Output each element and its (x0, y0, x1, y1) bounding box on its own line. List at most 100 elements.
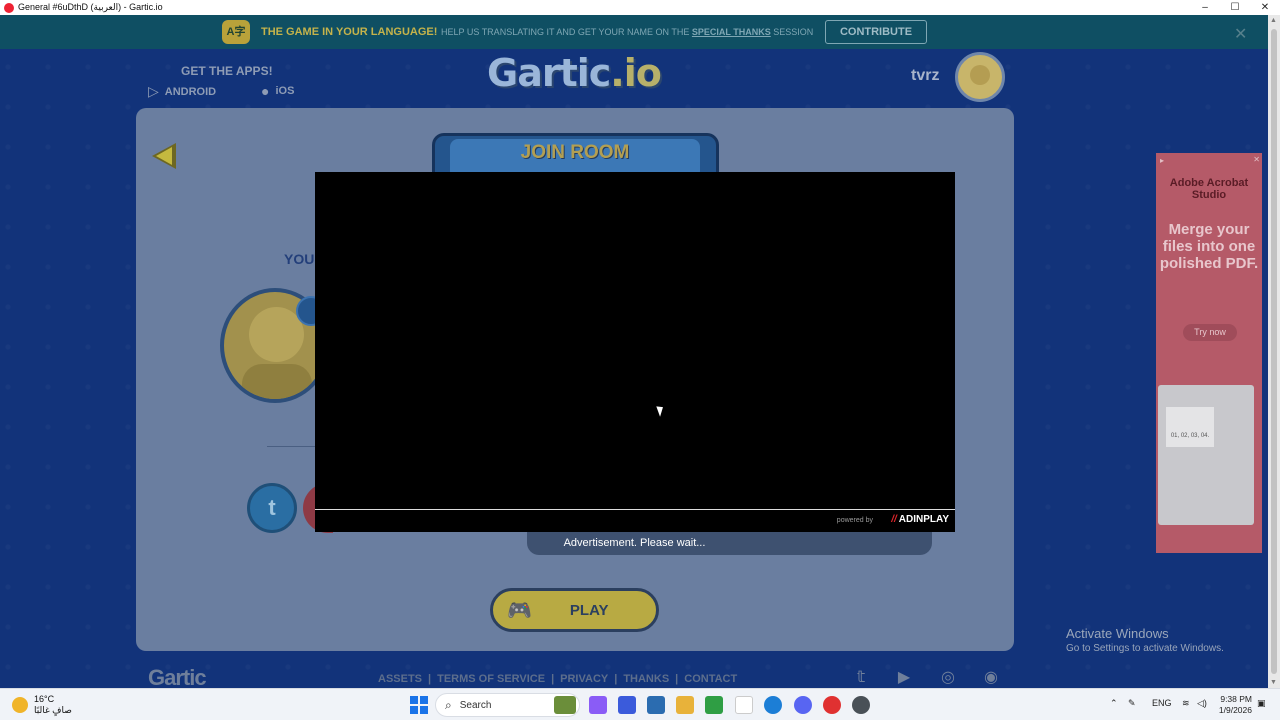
chrome-icon[interactable] (823, 696, 841, 714)
ad-headline: Merge your files into one polished PDF. (1159, 221, 1259, 272)
contribute-button[interactable]: CONTRIBUTE (825, 20, 927, 44)
window-controls: – ☐ ✕ (1190, 0, 1280, 15)
window-title-bar: General #6uDthD (العربية) - Gartic.io – … (0, 0, 1280, 15)
footer-link-assets[interactable]: ASSETS (378, 673, 422, 685)
special-thanks-link[interactable]: SPECIAL THANKS (692, 27, 771, 37)
adinplay-logo: //ADINPLAY (891, 514, 949, 525)
discord-app-icon[interactable] (794, 696, 812, 714)
logo-main-text: Gartic (487, 51, 611, 95)
volume-icon[interactable]: ◁) (1197, 698, 1207, 709)
ad-brand: Adobe Acrobat Studio (1169, 177, 1249, 201)
powered-by-label: powered by (836, 517, 873, 524)
copilot-icon[interactable] (589, 696, 607, 714)
language-banner: A字 THE GAME IN YOUR LANGUAGE! HELP US TR… (0, 15, 1268, 49)
play-label: PLAY (569, 601, 609, 619)
pen-icon[interactable]: ✎ (1128, 698, 1136, 709)
banner-headline: THE GAME IN YOUR LANGUAGE! (261, 26, 438, 38)
activate-windows-title: Activate Windows (1066, 626, 1169, 641)
ad-wait-text: Advertisement. Please wait... (563, 537, 706, 549)
avatar-body-icon (242, 364, 312, 399)
ios-label: iOS (275, 85, 295, 97)
clock-time: 9:38 PM (1220, 694, 1252, 704)
gartic-logo[interactable]: Gartic.io (487, 51, 662, 95)
footer-logo[interactable]: Gartic (148, 665, 207, 688)
edge-icon[interactable] (764, 696, 782, 714)
ad-try-now-button[interactable]: Try now (1183, 324, 1237, 341)
adinplay-brand: ADINPLAY (898, 514, 949, 525)
apple-icon: ● (261, 83, 270, 99)
activate-windows-watermark: Activate Windows Go to Settings to activ… (1066, 626, 1224, 654)
banner-message-end: SESSION (773, 27, 814, 37)
youtube-icon[interactable]: ▶ (893, 667, 915, 688)
play-store-icon: ▷ (148, 83, 159, 99)
you-label: YOU (284, 251, 315, 267)
defender-icon[interactable] (647, 696, 665, 714)
browser-icon (4, 2, 14, 13)
active-app-icon[interactable] (852, 696, 870, 714)
instagram-icon[interactable]: ◎ (937, 667, 959, 688)
gamepad-icon: 🎮 (507, 599, 532, 622)
video-ad-player[interactable]: powered by //ADINPLAY (315, 172, 955, 532)
start-button[interactable] (410, 696, 428, 714)
windows-taskbar: 16°C صافٍ غالبًا ⌕ Search ⌃ ✎ ENG ≋ ◁) 9… (0, 688, 1280, 720)
banner-message: HELP US TRANSLATING IT AND GET YOUR NAME… (441, 27, 813, 37)
tray-overflow-icon[interactable]: ⌃ (1110, 698, 1118, 709)
language-indicator[interactable]: ENG (1152, 698, 1172, 708)
temperature: 16°C (34, 694, 55, 704)
search-icon: ⌕ (445, 697, 452, 712)
android-label: ANDROID (164, 85, 217, 98)
twitter-login-button[interactable]: t (247, 483, 297, 533)
close-window-button[interactable]: ✕ (1250, 0, 1280, 15)
avatar-face-icon (970, 65, 990, 85)
weather-condition: صافٍ غالبًا (34, 705, 72, 715)
play-button[interactable]: 🎮 PLAY (490, 588, 659, 632)
wifi-icon[interactable]: ≋ (1182, 698, 1190, 709)
footer-links: ASSETS | TERMS OF SERVICE | PRIVACY | THANK… (378, 673, 738, 685)
clock-date: 1/9/2026 (1218, 705, 1252, 715)
room-title: JOIN ROOM (520, 142, 630, 163)
xbox-icon[interactable] (705, 696, 723, 714)
activate-windows-subtitle: Go to Settings to activate Windows. (1066, 643, 1224, 654)
file-explorer-icon[interactable] (676, 696, 694, 714)
ad-close-icon[interactable]: ✕ (1253, 155, 1260, 164)
username: tvrz (911, 67, 940, 84)
weather-widget[interactable]: 16°C صافٍ غالبًا (12, 694, 72, 716)
user-avatar[interactable] (955, 52, 1005, 102)
ad-product-image: 01, 02, 03, 04. (1158, 385, 1254, 525)
discord-icon[interactable]: ◉ (980, 667, 1002, 688)
ad-info-icon[interactable]: ▸ (1160, 156, 1164, 165)
divider (267, 446, 317, 447)
translate-icon: A字 (222, 20, 250, 44)
page-scrollbar[interactable]: ▲ ▼ (1268, 15, 1280, 688)
back-arrow-icon[interactable] (152, 143, 176, 169)
side-advertisement[interactable]: ▸ ✕ Adobe Acrobat Studio Merge your file… (1156, 153, 1262, 553)
minimize-button[interactable]: – (1190, 0, 1220, 15)
android-app-link[interactable]: ▷ ANDROID (148, 83, 216, 100)
footer-link-privacy[interactable]: PRIVACY (560, 673, 608, 685)
store-icon[interactable] (618, 696, 636, 714)
footer-link-contact[interactable]: CONTACT (684, 673, 737, 685)
banner-close-icon[interactable]: ✕ (1234, 24, 1247, 44)
maximize-button[interactable]: ☐ (1220, 0, 1250, 15)
ad-progress-bar (315, 509, 955, 510)
ios-app-link[interactable]: ● iOS (261, 83, 294, 99)
twitter-icon[interactable]: 𝕥 (850, 667, 872, 688)
scroll-down-icon[interactable]: ▼ (1270, 679, 1277, 686)
adinplay-mark-icon: // (891, 514, 897, 525)
scroll-up-icon[interactable]: ▲ (1270, 17, 1277, 24)
footer-link-terms[interactable]: TERMS OF SERVICE (437, 673, 545, 685)
ad-doc-preview: 01, 02, 03, 04. (1166, 407, 1214, 447)
notification-icon[interactable]: ▣ (1257, 698, 1266, 709)
minecraft-search-highlight-icon[interactable] (554, 696, 576, 714)
window-title: General #6uDthD (العربية) - Gartic.io (18, 2, 163, 12)
taskbar-clock[interactable]: 9:38 PM 1/9/2026 (1216, 694, 1252, 716)
weather-info: 16°C صافٍ غالبًا (34, 694, 72, 716)
get-apps-title: GET THE APPS! (181, 64, 273, 78)
scrollbar-thumb[interactable] (1271, 29, 1277, 674)
footer-link-thanks[interactable]: THANKS (623, 673, 669, 685)
logo-suffix-text: .io (610, 51, 662, 95)
weather-icon (12, 697, 28, 713)
banner-message-text: HELP US TRANSLATING IT AND GET YOUR NAME… (441, 27, 690, 37)
search-label: Search (459, 699, 492, 711)
notepad-icon[interactable] (735, 696, 753, 714)
